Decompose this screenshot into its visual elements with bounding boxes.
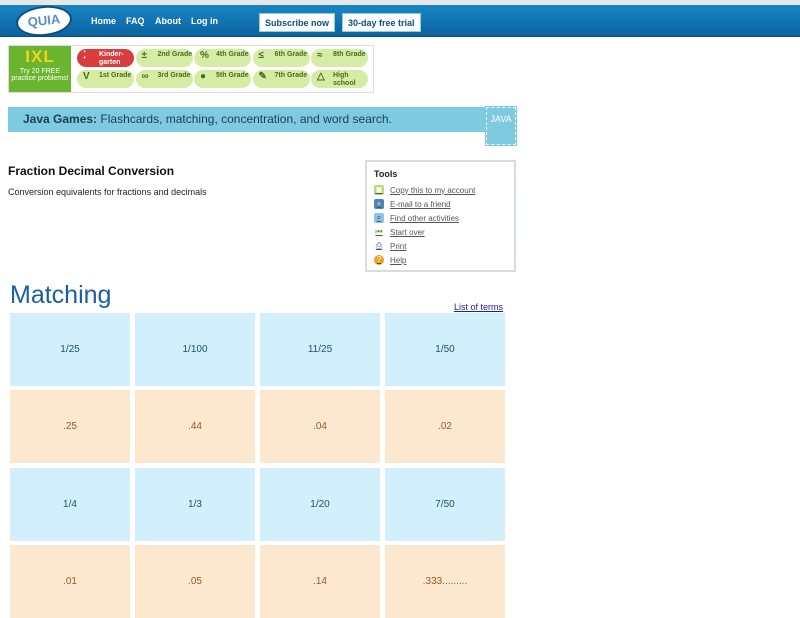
fraction-card[interactable]: 11/25	[260, 313, 380, 386]
free-trial-button[interactable]: 30-day free trial	[342, 13, 421, 32]
quia-logo[interactable]: QUIA	[14, 3, 74, 39]
tool-label: Find other activities	[390, 213, 459, 223]
tool-print[interactable]: ⎙ Print	[374, 239, 507, 253]
search-icon: ⌕	[374, 213, 384, 223]
nav-about[interactable]: About	[155, 16, 181, 26]
decimal-card[interactable]: .05	[135, 545, 255, 618]
fraction-card[interactable]: 1/4	[10, 468, 130, 541]
grade-icon: ∞	[141, 71, 149, 82]
tools-heading: Tools	[374, 169, 398, 179]
tool-label: Copy this to my account	[390, 185, 476, 195]
tool-label: Start over	[390, 227, 425, 237]
site-header: QUIA Home FAQ About Log in Subscribe now…	[0, 3, 800, 39]
printer-icon: ⎙	[375, 241, 383, 250]
grade-label: 1st Grade	[99, 72, 132, 79]
grade-button[interactable]: ● 5th Grade	[194, 70, 251, 88]
grade-label: 8th Grade	[333, 51, 366, 58]
grade-label: 3rd Grade	[157, 72, 191, 79]
decimal-card[interactable]: .01	[10, 545, 130, 618]
subscribe-button[interactable]: Subscribe now	[259, 13, 336, 32]
decimal-card[interactable]: .333.........	[385, 545, 505, 618]
grade-icon: ±	[141, 50, 148, 61]
tool-find[interactable]: ⌕ Find other activities	[374, 211, 507, 225]
grade-icon: ✎	[258, 71, 267, 82]
grade-label: 7th Grade	[274, 72, 308, 79]
fraction-card[interactable]: 1/100	[135, 313, 255, 386]
grade-button[interactable]: ⁚ Kinder-garten	[77, 49, 134, 67]
page-title: Fraction Decimal Conversion	[8, 164, 175, 178]
grade-icon: ≤	[258, 50, 265, 61]
grade-button[interactable]: ≤6th Grade	[252, 49, 310, 67]
page-description: Conversion equivalents for fractions and…	[8, 187, 207, 197]
email-friend-icon: ●	[374, 199, 384, 209]
ixl-banner[interactable]: IXL Try 20 FREE practice problems! ⁚ Kind…	[8, 45, 374, 93]
tool-help[interactable]: ? Help	[374, 253, 507, 267]
grade-button[interactable]: ≈8th Grade	[311, 49, 368, 67]
tool-label: Help	[390, 255, 407, 265]
java-games-bar: Java Games: Flashcards, matching, concen…	[8, 107, 516, 132]
java-bold: Java Games:	[23, 112, 98, 126]
fraction-card[interactable]: 7/50	[385, 468, 505, 541]
nav-home[interactable]: Home	[91, 16, 116, 26]
grade-icon: ≈	[317, 50, 323, 61]
grade-button[interactable]: % 4th Grade	[194, 49, 251, 67]
help-icon: ?	[374, 255, 384, 265]
grade-label: High school	[333, 72, 356, 87]
grade-label: 6th Grade	[274, 51, 308, 58]
nav-login[interactable]: Log in	[191, 16, 218, 26]
grade-icon: V	[83, 71, 90, 82]
ixl-logo: IXL	[25, 47, 55, 66]
java-text: Flashcards, matching, concentration, and…	[97, 112, 392, 126]
tool-start-over[interactable]: ⏮ Start over	[374, 225, 507, 239]
tool-label: Print	[390, 241, 407, 251]
tool-label: E-mail to a friend	[390, 199, 451, 209]
grade-icon: %	[200, 50, 209, 61]
grade-label: 4th Grade	[216, 51, 249, 58]
java-icon: JAVA	[485, 106, 517, 146]
nav-faq[interactable]: FAQ	[126, 16, 145, 26]
grade-icon: ●	[200, 71, 207, 82]
tools-panel: Tools ▣ Copy this to my account ● E-mail t…	[365, 160, 516, 272]
grade-icon: △	[317, 71, 325, 82]
decimal-card[interactable]: .44	[135, 390, 255, 463]
copy-icon: ▣	[374, 185, 384, 195]
grade-label: Kinder-garten	[99, 51, 124, 66]
game-heading: Matching	[10, 281, 112, 309]
grade-button[interactable]: △ High school	[311, 70, 368, 88]
decimal-card[interactable]: .25	[10, 390, 130, 463]
tool-copy[interactable]: ▣ Copy this to my account	[374, 183, 507, 197]
ixl-promo[interactable]: IXL Try 20 FREE practice problems!	[9, 46, 71, 92]
grade-button[interactable]: ±2nd Grade	[135, 49, 193, 67]
fraction-card[interactable]: 1/50	[385, 313, 505, 386]
fraction-card[interactable]: 1/3	[135, 468, 255, 541]
list-of-terms-link[interactable]: List of terms	[454, 302, 503, 312]
grade-button[interactable]: ∞ 3rd Grade	[135, 70, 193, 88]
tool-email[interactable]: ● E-mail to a friend	[374, 197, 507, 211]
decimal-card[interactable]: .02	[385, 390, 505, 463]
fraction-card[interactable]: 1/20	[260, 468, 380, 541]
grade-label: 5th Grade	[216, 72, 249, 79]
grade-icon: ⁚	[83, 50, 87, 61]
grade-button[interactable]: ✎ 7th Grade	[252, 70, 310, 88]
ixl-promo-text: Try 20 FREE practice problems!	[11, 68, 69, 82]
grade-label: 2nd Grade	[157, 51, 193, 58]
fraction-card[interactable]: 1/25	[10, 313, 130, 386]
decimal-card[interactable]: .14	[260, 545, 380, 618]
grade-button[interactable]: V 1st Grade	[77, 70, 134, 88]
decimal-card[interactable]: .04	[260, 390, 380, 463]
rewind-icon: ⏮	[375, 227, 383, 236]
